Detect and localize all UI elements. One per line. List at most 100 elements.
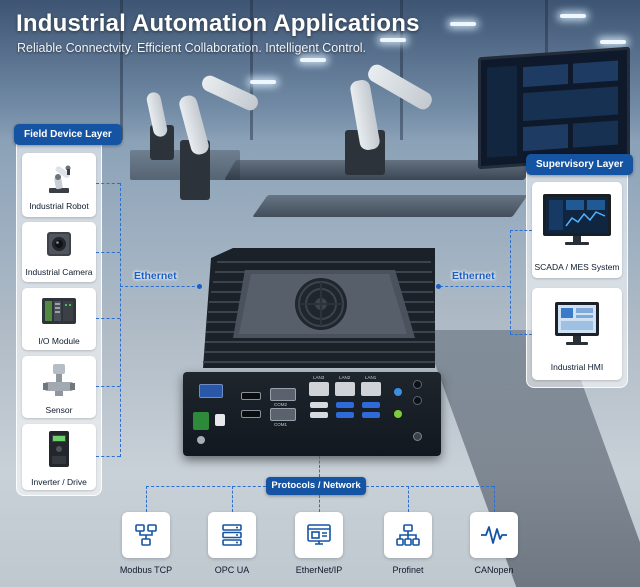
ceiling-light	[450, 22, 476, 26]
waveform-icon	[481, 526, 507, 544]
power-terminal	[193, 412, 209, 430]
scada-monitor-icon	[543, 194, 611, 245]
ground-screw	[197, 436, 205, 444]
protocol-label: EtherNet/IP	[295, 565, 343, 575]
usb3-port	[336, 402, 354, 408]
lan3-label: LAN3	[313, 375, 325, 380]
usb-port	[310, 412, 328, 418]
supervisory-layer-title: Supervisory Layer	[526, 154, 634, 175]
field-device-layer-title: Field Device Layer	[14, 124, 122, 145]
protocol-label: Profinet	[392, 565, 424, 575]
connector-line	[232, 486, 233, 512]
com-port-2	[270, 388, 296, 401]
audio-line-in	[394, 388, 402, 396]
device-label: Industrial Camera	[25, 267, 93, 277]
ceiling-light	[300, 58, 326, 62]
antenna-connector	[413, 380, 422, 389]
usb3-port	[362, 402, 380, 408]
lan1-label: LAN1	[365, 375, 377, 380]
device-label: Sensor	[45, 405, 73, 415]
hdmi-port	[241, 392, 261, 400]
protocol-label: OPC UA	[214, 565, 250, 575]
ceiling-light	[560, 14, 586, 18]
connector-line	[319, 456, 320, 477]
connector-line	[408, 486, 409, 512]
audio-line-out	[394, 410, 402, 418]
hmi-panel-icon	[555, 302, 599, 345]
protocol-label: CANopen	[474, 565, 514, 575]
connector-line	[96, 456, 120, 457]
lan2-label: LAN2	[339, 375, 351, 380]
connector-line	[146, 486, 266, 487]
connector-line	[510, 230, 511, 334]
device-card-industrial-hmi[interactable]: Industrial HMI	[532, 288, 622, 380]
robot-arm-icon	[49, 165, 71, 193]
usb-port	[310, 402, 328, 408]
industrial-pc-front-panel: COM2 COM1 LAN3 LAN2 LAN1	[183, 372, 441, 456]
device-card-industrial-camera[interactable]: Industrial Camera	[22, 222, 96, 282]
antenna-connector	[413, 396, 422, 405]
connector-line	[366, 486, 494, 487]
server-stack-icon	[222, 524, 242, 546]
protocol-card-modbus-tcp[interactable]	[122, 512, 170, 558]
com-port-1	[270, 408, 296, 421]
connector-line	[120, 286, 200, 287]
connector-dot	[436, 284, 441, 289]
protocols-network-title: Protocols / Network	[266, 477, 366, 495]
power-button[interactable]	[413, 432, 422, 441]
protocol-card-ethernet-ip[interactable]	[295, 512, 343, 558]
device-card-industrial-robot[interactable]: Industrial Robot	[22, 153, 96, 217]
vga-port	[199, 384, 223, 398]
connector-line	[96, 183, 120, 184]
protocol-card-opc-ua[interactable]	[208, 512, 256, 558]
lan-port	[335, 382, 355, 396]
sensor-icon	[43, 364, 75, 396]
lan-port	[309, 382, 329, 396]
connector-line	[494, 486, 495, 512]
connector-line	[319, 495, 320, 512]
lan-port	[361, 382, 381, 396]
device-card-scada-mes[interactable]: SCADA / MES System	[532, 182, 622, 278]
camera-icon	[47, 232, 71, 256]
ethernet-label-right: Ethernet	[452, 270, 495, 282]
device-label: I/O Module	[38, 336, 80, 346]
network-tree-icon	[396, 524, 420, 546]
inverter-icon	[49, 431, 69, 467]
conveyor-line	[252, 195, 528, 217]
device-card-io-module[interactable]: I/O Module	[22, 288, 96, 350]
ethernet-ip-icon	[307, 524, 331, 545]
connector-line	[96, 386, 120, 387]
usb3-port	[336, 412, 354, 418]
page-title: Industrial Automation Applications	[16, 10, 420, 37]
wall-monitor	[478, 46, 630, 170]
page-subtitle: Reliable Connectvity. Efficient Collabor…	[17, 41, 367, 55]
com1-label: COM1	[274, 422, 288, 427]
connector-line	[510, 334, 532, 335]
protocol-card-canopen[interactable]	[470, 512, 518, 558]
com2-label: COM2	[274, 402, 288, 407]
hdmi-port	[241, 410, 261, 418]
ceiling-light	[600, 40, 626, 44]
ceiling-light	[380, 38, 406, 42]
ethernet-label-left: Ethernet	[134, 270, 177, 282]
device-card-inverter-drive[interactable]: Inverter / Drive	[22, 424, 96, 490]
device-label: SCADA / MES System	[534, 262, 620, 272]
io-module-icon	[42, 298, 76, 324]
protocol-card-profinet[interactable]	[384, 512, 432, 558]
connector-line	[146, 486, 147, 512]
connector-line	[440, 286, 510, 287]
usb3-port	[362, 412, 380, 418]
device-label: Industrial HMI	[550, 362, 604, 372]
protocol-label: Modbus TCP	[119, 565, 173, 575]
connector-line	[96, 252, 120, 253]
device-card-sensor[interactable]: Sensor	[22, 356, 96, 418]
connector-dot	[197, 284, 202, 289]
device-label: Inverter / Drive	[31, 477, 87, 487]
device-label: Industrial Robot	[29, 201, 89, 211]
connector-line	[120, 183, 121, 457]
network-topology-icon	[135, 524, 157, 546]
power-switch[interactable]	[215, 414, 225, 426]
ceiling-light	[250, 80, 276, 84]
industrial-pc-heatsink	[203, 248, 435, 368]
connector-line	[96, 318, 120, 319]
